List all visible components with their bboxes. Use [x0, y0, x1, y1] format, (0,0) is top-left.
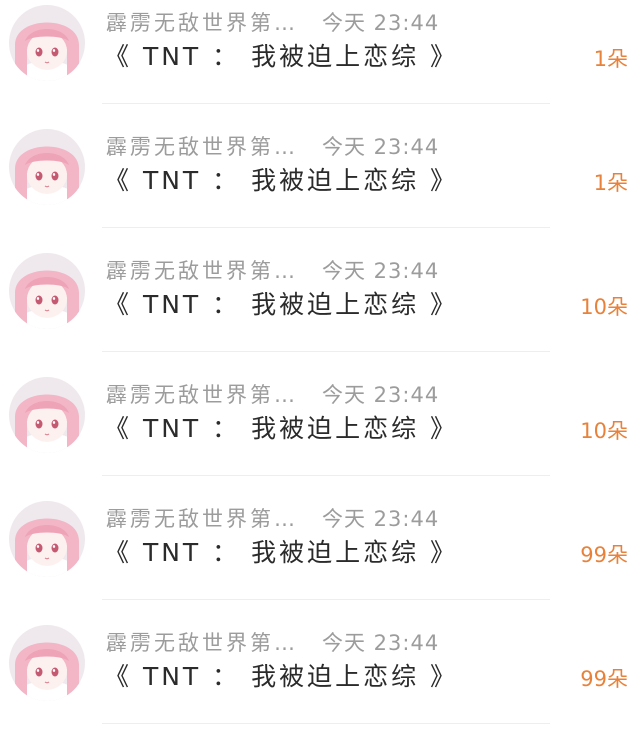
timestamp: 今天 23:44 [322, 631, 440, 655]
anime-girl-avatar-icon [9, 377, 85, 453]
avatar[interactable] [9, 253, 85, 329]
timestamp: 今天 23:44 [322, 11, 440, 35]
list-item[interactable]: 霹雳无敌世界第… 今天 23:44 《 TNT ： 我被迫上恋综 》 10朵 [0, 372, 640, 496]
timestamp: 今天 23:44 [322, 135, 440, 159]
flower-count: 99朵 [580, 667, 628, 691]
divider [102, 351, 550, 352]
anime-girl-avatar-icon [9, 501, 85, 577]
flower-count: 10朵 [580, 295, 628, 319]
sender-name: 霹雳无敌世界第… [106, 259, 298, 283]
flower-count: 1朵 [593, 171, 628, 195]
avatar[interactable] [9, 501, 85, 577]
divider [102, 723, 550, 724]
flower-count: 10朵 [580, 419, 628, 443]
divider [102, 599, 550, 600]
timestamp: 今天 23:44 [322, 507, 440, 531]
list-item[interactable]: 霹雳无敌世界第… 今天 23:44 《 TNT ： 我被迫上恋综 》 10朵 [0, 248, 640, 372]
sender-name: 霹雳无敌世界第… [106, 383, 298, 407]
anime-girl-avatar-icon [9, 5, 85, 81]
divider [102, 227, 550, 228]
list-item[interactable]: 霹雳无敌世界第… 今天 23:44 《 TNT ： 我被迫上恋综 》 1朵 [0, 0, 640, 124]
divider [102, 103, 550, 104]
timestamp: 今天 23:44 [322, 383, 440, 407]
book-title: 《 TNT ： 我被迫上恋综 》 [104, 42, 459, 71]
list-item[interactable]: 霹雳无敌世界第… 今天 23:44 《 TNT ： 我被迫上恋综 》 99朵 [0, 620, 640, 744]
avatar[interactable] [9, 5, 85, 81]
sender-name: 霹雳无敌世界第… [106, 507, 298, 531]
sender-name: 霹雳无敌世界第… [106, 135, 298, 159]
book-title: 《 TNT ： 我被迫上恋综 》 [104, 166, 459, 195]
flower-count: 1朵 [593, 47, 628, 71]
anime-girl-avatar-icon [9, 129, 85, 205]
avatar[interactable] [9, 377, 85, 453]
book-title: 《 TNT ： 我被迫上恋综 》 [104, 538, 459, 567]
anime-girl-avatar-icon [9, 253, 85, 329]
timestamp: 今天 23:44 [322, 259, 440, 283]
gift-record-list: 霹雳无敌世界第… 今天 23:44 《 TNT ： 我被迫上恋综 》 1朵 霹雳… [0, 0, 640, 730]
flower-count: 99朵 [580, 543, 628, 567]
book-title: 《 TNT ： 我被迫上恋综 》 [104, 662, 459, 691]
avatar[interactable] [9, 129, 85, 205]
sender-name: 霹雳无敌世界第… [106, 11, 298, 35]
list-item[interactable]: 霹雳无敌世界第… 今天 23:44 《 TNT ： 我被迫上恋综 》 99朵 [0, 496, 640, 620]
list-item[interactable]: 霹雳无敌世界第… 今天 23:44 《 TNT ： 我被迫上恋综 》 1朵 [0, 124, 640, 248]
divider [102, 475, 550, 476]
avatar[interactable] [9, 625, 85, 701]
anime-girl-avatar-icon [9, 625, 85, 701]
sender-name: 霹雳无敌世界第… [106, 631, 298, 655]
book-title: 《 TNT ： 我被迫上恋综 》 [104, 290, 459, 319]
book-title: 《 TNT ： 我被迫上恋综 》 [104, 414, 459, 443]
